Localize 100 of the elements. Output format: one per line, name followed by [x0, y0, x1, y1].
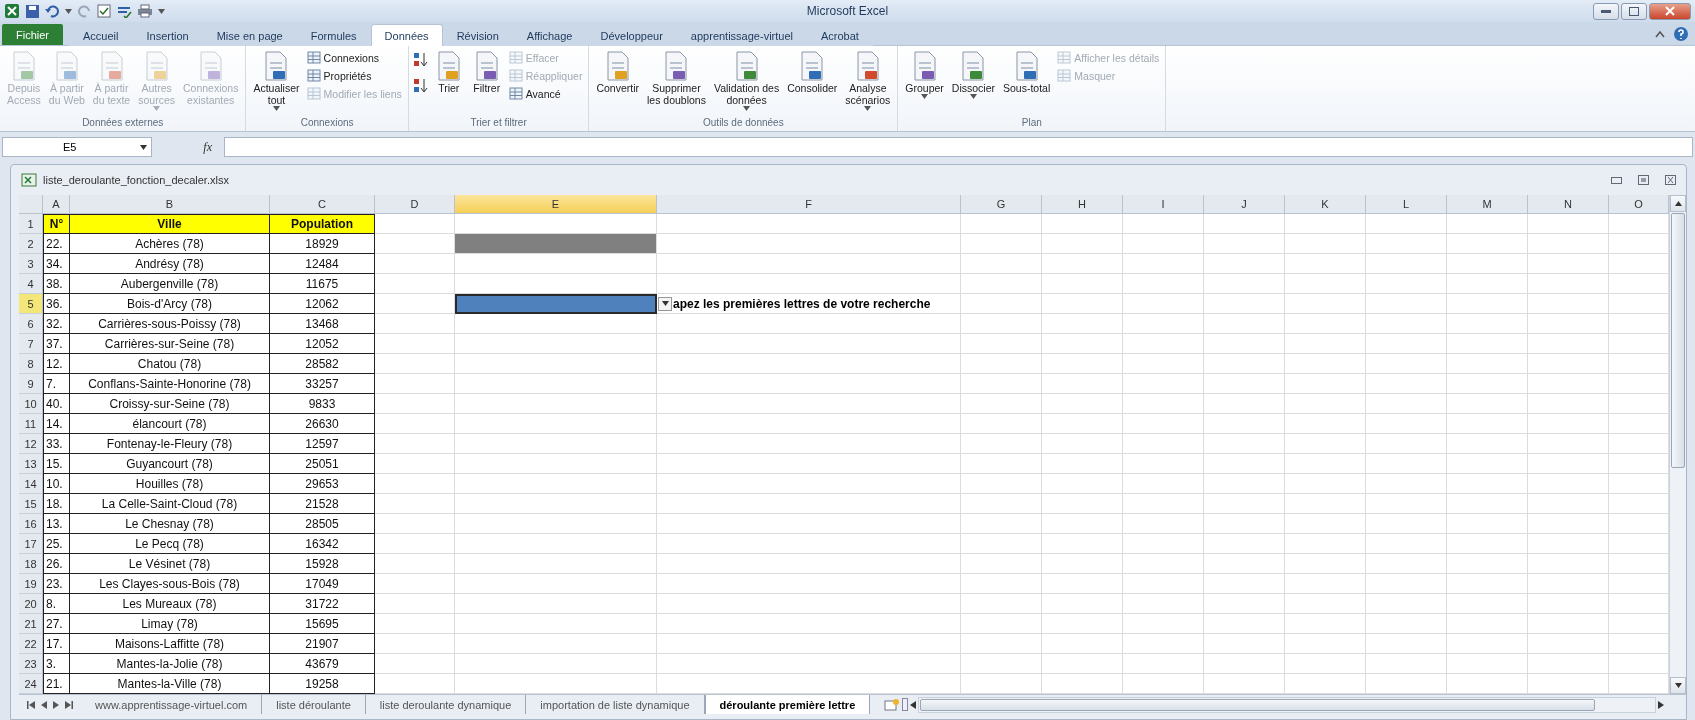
empty-cell[interactable] [1528, 634, 1609, 654]
empty-cell[interactable] [657, 354, 961, 374]
empty-cell[interactable] [657, 454, 961, 474]
empty-cell[interactable] [961, 294, 1042, 314]
row-header[interactable]: 13 [19, 454, 43, 474]
empty-cell[interactable] [1285, 434, 1366, 454]
empty-cell[interactable] [1204, 634, 1285, 654]
empty-cell[interactable] [1366, 314, 1447, 334]
empty-cell[interactable] [1123, 414, 1204, 434]
empty-cell[interactable] [1204, 274, 1285, 294]
ribbon-button[interactable]: Analyse scénarios [842, 48, 894, 113]
empty-cell[interactable] [1447, 314, 1528, 334]
empty-cell[interactable] [1528, 414, 1609, 434]
split-handle-icon[interactable] [902, 698, 909, 711]
empty-cell[interactable] [1123, 474, 1204, 494]
empty-cell[interactable] [1123, 594, 1204, 614]
empty-cell[interactable] [961, 254, 1042, 274]
empty-cell[interactable] [1042, 494, 1123, 514]
empty-cell[interactable] [1366, 474, 1447, 494]
empty-cell[interactable] [1204, 454, 1285, 474]
empty-cell[interactable] [1204, 374, 1285, 394]
empty-cell[interactable] [1366, 574, 1447, 594]
column-header[interactable]: K [1285, 195, 1366, 214]
empty-cell[interactable] [1285, 474, 1366, 494]
empty-cell[interactable] [1285, 274, 1366, 294]
restore-button[interactable] [1621, 2, 1647, 20]
sort-icon[interactable] [412, 78, 429, 94]
empty-cell[interactable] [1285, 294, 1366, 314]
empty-cell[interactable] [455, 534, 657, 554]
empty-cell[interactable] [657, 534, 961, 554]
empty-cell[interactable] [1204, 334, 1285, 354]
ribbon-button[interactable]: Consolider [784, 48, 841, 96]
empty-cell[interactable] [455, 634, 657, 654]
column-header[interactable]: D [375, 195, 455, 214]
printer-icon[interactable] [137, 4, 153, 18]
empty-cell[interactable] [1285, 614, 1366, 634]
empty-cell[interactable] [1123, 514, 1204, 534]
empty-cell[interactable] [1204, 474, 1285, 494]
row-header[interactable]: 19 [19, 574, 43, 594]
empty-cell[interactable] [1204, 654, 1285, 674]
empty-cell[interactable] [1285, 554, 1366, 574]
row-header[interactable]: 15 [19, 494, 43, 514]
empty-cell[interactable] [1204, 554, 1285, 574]
ribbon-button[interactable]: Dissocier [948, 48, 998, 101]
empty-cell[interactable] [1123, 554, 1204, 574]
empty-cell[interactable] [961, 414, 1042, 434]
empty-cell[interactable] [1447, 294, 1528, 314]
empty-cell[interactable] [1204, 614, 1285, 634]
empty-cell[interactable] [455, 614, 657, 634]
empty-cell[interactable] [1447, 594, 1528, 614]
empty-cell[interactable] [455, 314, 657, 334]
empty-cell[interactable] [1285, 634, 1366, 654]
empty-cell[interactable] [1042, 654, 1123, 674]
empty-cell[interactable] [657, 574, 961, 594]
empty-cell[interactable] [961, 474, 1042, 494]
empty-cell[interactable] [1285, 354, 1366, 374]
empty-cell[interactable] [1204, 214, 1285, 234]
empty-cell[interactable] [1042, 234, 1123, 254]
empty-cell[interactable] [961, 654, 1042, 674]
empty-cell[interactable] [1042, 334, 1123, 354]
row-header[interactable]: 18 [19, 554, 43, 574]
minimize-button[interactable] [1593, 2, 1619, 20]
empty-cell[interactable] [1042, 414, 1123, 434]
ribbon-button[interactable]: Avancé [506, 86, 585, 101]
empty-cell[interactable] [1204, 594, 1285, 614]
column-header[interactable]: E [455, 195, 657, 214]
spellcheck-icon[interactable] [116, 4, 132, 18]
empty-cell[interactable] [455, 474, 657, 494]
empty-cell[interactable] [1204, 354, 1285, 374]
empty-cell[interactable] [1204, 414, 1285, 434]
scroll-up-button[interactable] [1670, 195, 1686, 212]
empty-cell[interactable] [1123, 294, 1204, 314]
save-icon[interactable] [25, 3, 40, 19]
empty-cell[interactable] [1204, 494, 1285, 514]
empty-cell[interactable] [657, 374, 961, 394]
empty-cell[interactable] [1447, 274, 1528, 294]
empty-cell[interactable] [1285, 574, 1366, 594]
collapse-icon[interactable] [1655, 30, 1665, 38]
empty-cell[interactable] [1366, 354, 1447, 374]
empty-cell[interactable] [1123, 434, 1204, 454]
row-header[interactable]: 23 [19, 654, 43, 674]
empty-cell[interactable] [1285, 594, 1366, 614]
row-header[interactable]: 5 [19, 294, 43, 314]
empty-cell[interactable] [1285, 234, 1366, 254]
empty-cell[interactable] [657, 214, 961, 234]
empty-cell[interactable] [961, 514, 1042, 534]
empty-cell[interactable] [1366, 454, 1447, 474]
empty-cell[interactable] [961, 574, 1042, 594]
empty-cell[interactable] [1123, 494, 1204, 514]
empty-cell[interactable] [657, 594, 961, 614]
column-header[interactable]: F [657, 195, 961, 214]
row-header[interactable]: 9 [19, 374, 43, 394]
empty-cell[interactable] [1366, 594, 1447, 614]
empty-cell[interactable] [1123, 654, 1204, 674]
empty-cell[interactable] [657, 494, 961, 514]
empty-cell[interactable] [455, 354, 657, 374]
empty-cell[interactable] [961, 374, 1042, 394]
empty-cell[interactable] [657, 474, 961, 494]
empty-cell[interactable] [657, 634, 961, 654]
row-header[interactable]: 11 [19, 414, 43, 434]
